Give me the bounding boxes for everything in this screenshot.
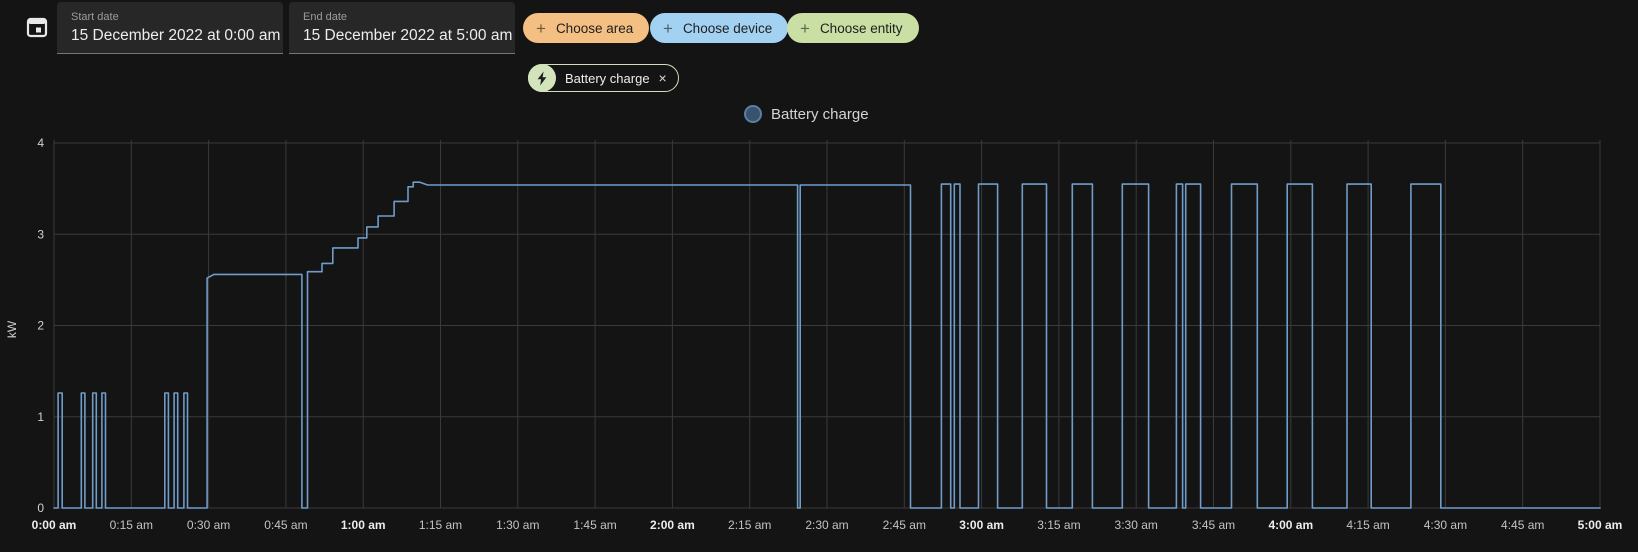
svg-text:0:00 am: 0:00 am (32, 518, 77, 532)
choose-device-button[interactable]: + Choose device (650, 13, 789, 43)
svg-text:2:00 am: 2:00 am (650, 518, 695, 532)
plus-icon: + (536, 18, 546, 38)
start-date-label: Start date (71, 11, 119, 23)
plus-icon: + (800, 18, 810, 38)
choose-entity-label: Choose entity (819, 20, 903, 36)
legend-dot-icon (744, 105, 762, 123)
svg-text:4:00 am: 4:00 am (1268, 518, 1313, 532)
legend-label: Battery charge (771, 105, 869, 123)
svg-text:0: 0 (37, 501, 44, 515)
svg-text:kW: kW (5, 320, 19, 338)
filter-chip-label: Battery charge (565, 70, 650, 86)
svg-text:0:30 am: 0:30 am (187, 518, 230, 532)
svg-text:3:45 am: 3:45 am (1192, 518, 1235, 532)
choose-device-label: Choose device (682, 20, 773, 36)
svg-text:1: 1 (37, 410, 44, 424)
svg-text:4:45 am: 4:45 am (1501, 518, 1544, 532)
end-date-field[interactable]: End date 15 December 2022 at 5:00 am (289, 2, 515, 54)
svg-text:3:15 am: 3:15 am (1037, 518, 1080, 532)
svg-text:1:45 am: 1:45 am (573, 518, 616, 532)
plus-icon: + (663, 18, 673, 38)
svg-text:2: 2 (37, 319, 44, 333)
end-date-value: 15 December 2022 at 5:00 am (303, 27, 513, 44)
lightning-bolt-icon (537, 71, 547, 85)
close-icon[interactable]: × (659, 71, 667, 85)
start-date-field[interactable]: Start date 15 December 2022 at 0:00 am (57, 2, 283, 54)
svg-text:2:30 am: 2:30 am (805, 518, 848, 532)
svg-text:3:30 am: 3:30 am (1115, 518, 1158, 532)
svg-text:0:45 am: 0:45 am (264, 518, 307, 532)
choose-entity-button[interactable]: + Choose entity (787, 13, 919, 43)
calendar-icon (26, 17, 48, 38)
svg-text:3:00 am: 3:00 am (959, 518, 1004, 532)
svg-text:1:30 am: 1:30 am (496, 518, 539, 532)
start-date-value: 15 December 2022 at 0:00 am (71, 27, 281, 44)
choose-area-label: Choose area (555, 20, 634, 36)
history-chart: 0 1 2 3 4 kW 0:00 am 0:15 am 0:30 am 0:45 am 1:00 … (5, 136, 1623, 532)
calendar-button[interactable] (24, 14, 50, 40)
svg-text:4: 4 (37, 136, 44, 150)
legend-item-battery-charge[interactable]: Battery charge (744, 105, 869, 123)
svg-text:5:00 am: 5:00 am (1578, 518, 1623, 532)
svg-text:3: 3 (37, 227, 44, 241)
svg-text:0:15 am: 0:15 am (110, 518, 153, 532)
svg-text:1:00 am: 1:00 am (341, 518, 386, 532)
svg-text:1:15 am: 1:15 am (419, 518, 462, 532)
svg-text:4:30 am: 4:30 am (1424, 518, 1467, 532)
battery-charge-filter-chip[interactable]: Battery charge × (528, 64, 679, 92)
svg-text:4:15 am: 4:15 am (1346, 518, 1389, 532)
svg-text:2:45 am: 2:45 am (883, 518, 926, 532)
svg-text:2:15 am: 2:15 am (728, 518, 771, 532)
end-date-label: End date (303, 11, 348, 23)
entity-avatar (528, 64, 556, 92)
history-panel: Start date 15 December 2022 at 0:00 am E… (0, 0, 1638, 552)
choose-area-button[interactable]: + Choose area (523, 13, 650, 43)
